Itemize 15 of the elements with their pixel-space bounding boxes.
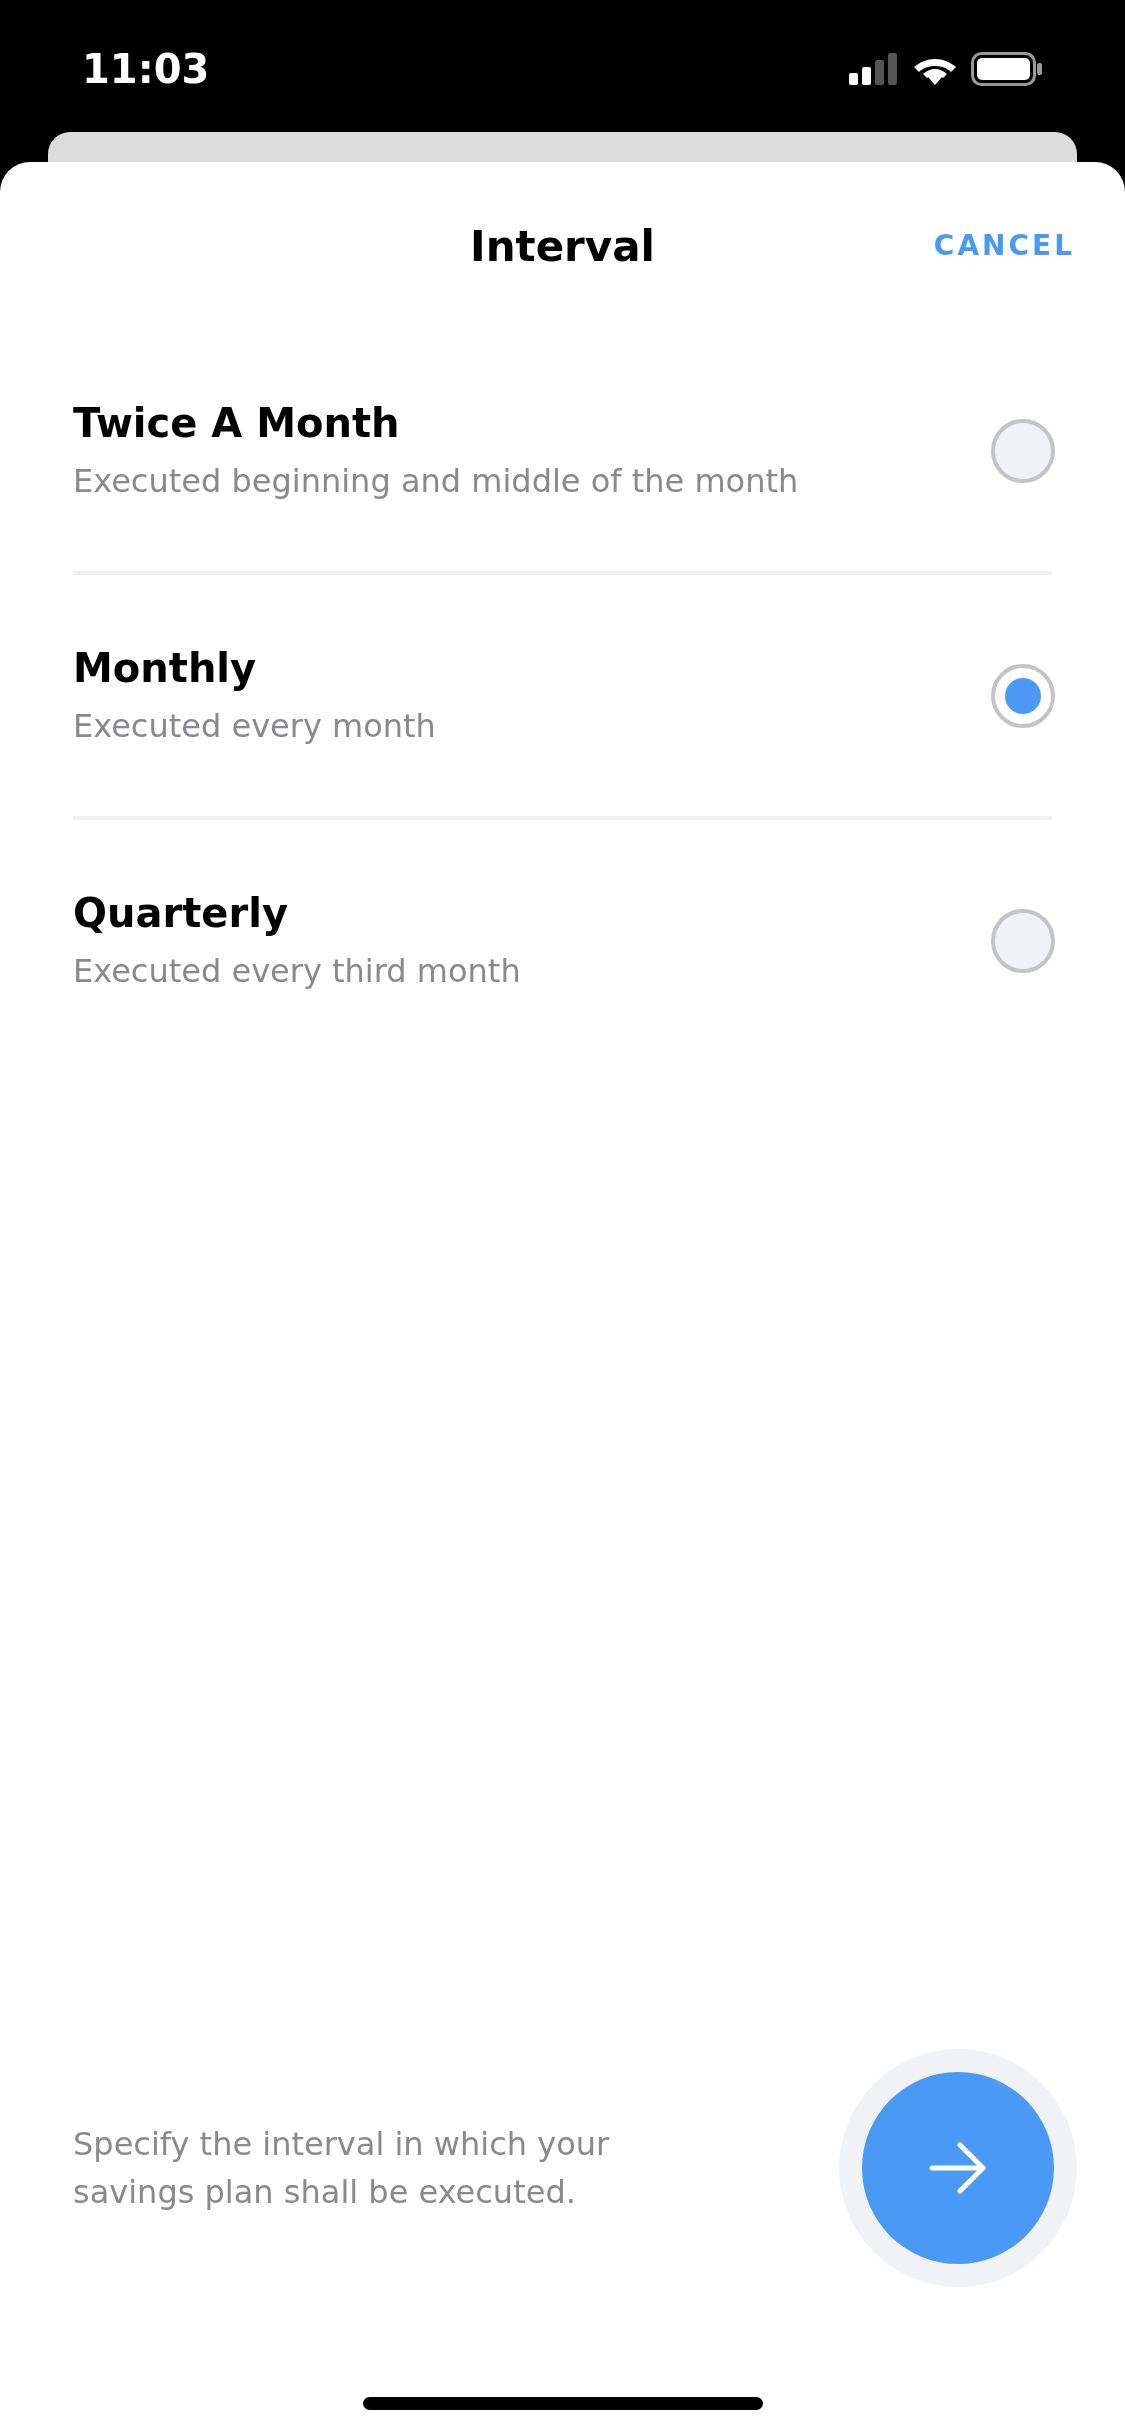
status-time: 11:03 [82, 45, 210, 94]
signal-icon [849, 53, 899, 85]
hint-text: Specify the interval in which your savings plan shall be executed. [73, 2124, 611, 2213]
option-title: Quarterly [73, 888, 289, 937]
interval-option[interactable]: Quarterly Executed every third month [0, 820, 1125, 1061]
sheet-title: Interval [470, 220, 655, 273]
option-description: Executed every third month [73, 950, 521, 992]
battery-icon [971, 52, 1043, 86]
option-title: Monthly [73, 643, 258, 692]
option-description: Executed beginning and middle of the month [73, 460, 799, 502]
arrow-right-icon [929, 2142, 987, 2194]
option-title: Twice A Month [73, 398, 401, 447]
option-description: Executed every month [73, 705, 436, 747]
interval-option[interactable]: Monthly Executed every month [0, 575, 1125, 816]
interval-option[interactable]: Twice A Month Executed beginning and middle of the month [0, 330, 1125, 571]
